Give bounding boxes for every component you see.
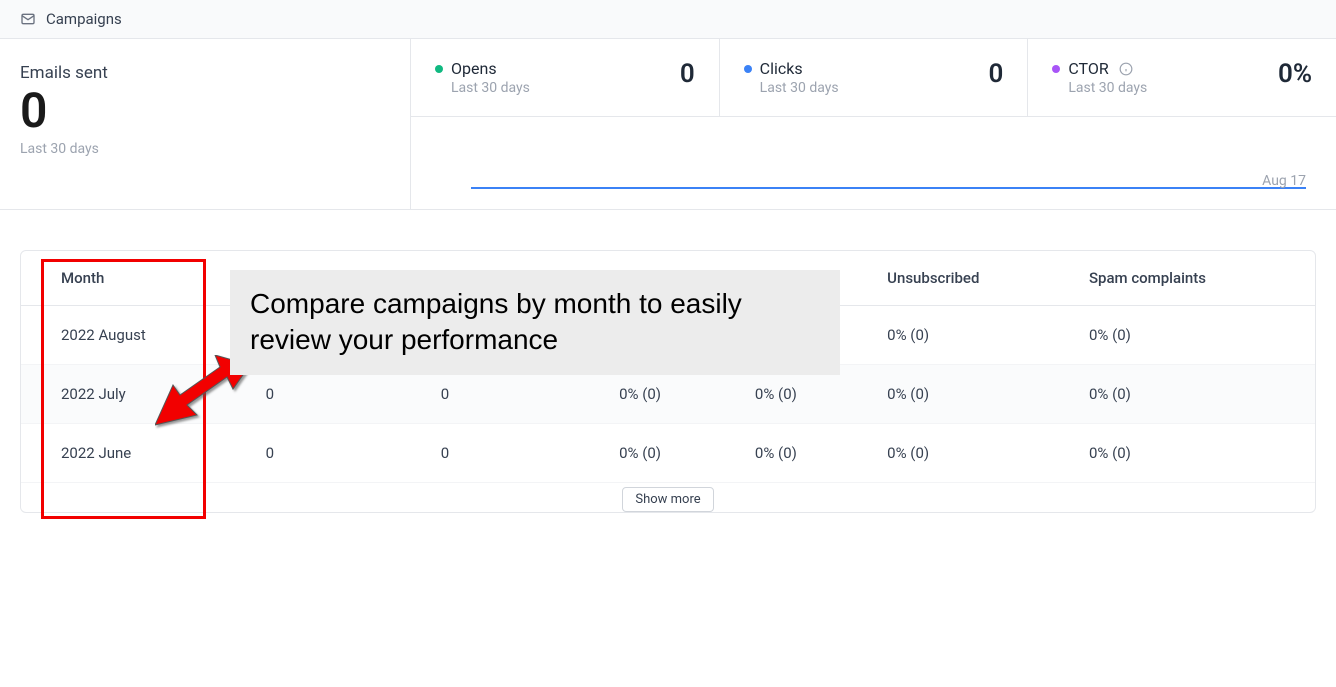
emails-sent-value: 0 (20, 87, 390, 135)
metric-label: CTOR (1068, 59, 1108, 78)
cell-emails-sent: 0 (425, 424, 603, 483)
dot-icon (744, 65, 752, 73)
stats-row: Emails sent 0 Last 30 days Opens Last 30… (0, 39, 1336, 210)
col-unsubscribed[interactable]: Unsubscribed (871, 251, 1073, 306)
metric-sublabel: Last 30 days (451, 80, 530, 96)
cell-unsubscribed: 0% (0) (871, 365, 1073, 424)
cell-spam: 0% (0) (1073, 424, 1315, 483)
metric-label: Opens (451, 59, 497, 78)
cell-spam: 0% (0) (1073, 306, 1315, 365)
info-icon[interactable] (1119, 62, 1133, 76)
cell-campaigns: 0 (250, 424, 425, 483)
metric-sublabel: Last 30 days (1068, 80, 1147, 96)
cell-spam: 0% (0) (1073, 365, 1315, 424)
page-title: Campaigns (46, 10, 122, 28)
col-month[interactable]: Month (21, 251, 250, 306)
metric-card-opens[interactable]: Opens Last 30 days 0 (411, 39, 720, 116)
show-more-button[interactable]: Show more (622, 487, 713, 512)
metric-card-ctor[interactable]: CTOR Last 30 days 0% (1028, 39, 1336, 116)
metric-value: 0 (680, 59, 695, 89)
mail-icon (20, 11, 36, 27)
emails-sent-sublabel: Last 30 days (20, 141, 390, 157)
cell-unsubscribed: 0% (0) (871, 306, 1073, 365)
emails-sent-card: Emails sent 0 Last 30 days (0, 39, 410, 209)
chart-x-label: Aug 17 (1262, 173, 1306, 189)
metric-card-clicks[interactable]: Clicks Last 30 days 0 (720, 39, 1029, 116)
metric-label: Clicks (760, 59, 803, 78)
annotation-callout: Compare campaigns by month to easily rev… (230, 270, 840, 375)
metric-sublabel: Last 30 days (760, 80, 839, 96)
chart-area: Aug 17 (410, 117, 1336, 209)
cell-clicked: 0% (0) (739, 424, 871, 483)
chart-line (471, 187, 1306, 189)
col-spam[interactable]: Spam complaints (1073, 251, 1315, 306)
metric-value: 0% (1278, 59, 1312, 89)
emails-sent-label: Emails sent (20, 63, 390, 83)
topbar: Campaigns (0, 0, 1336, 39)
dot-icon (435, 65, 443, 73)
dot-icon (1052, 65, 1060, 73)
cell-opened: 0% (0) (603, 424, 739, 483)
cell-unsubscribed: 0% (0) (871, 424, 1073, 483)
metric-value: 0 (988, 59, 1003, 89)
